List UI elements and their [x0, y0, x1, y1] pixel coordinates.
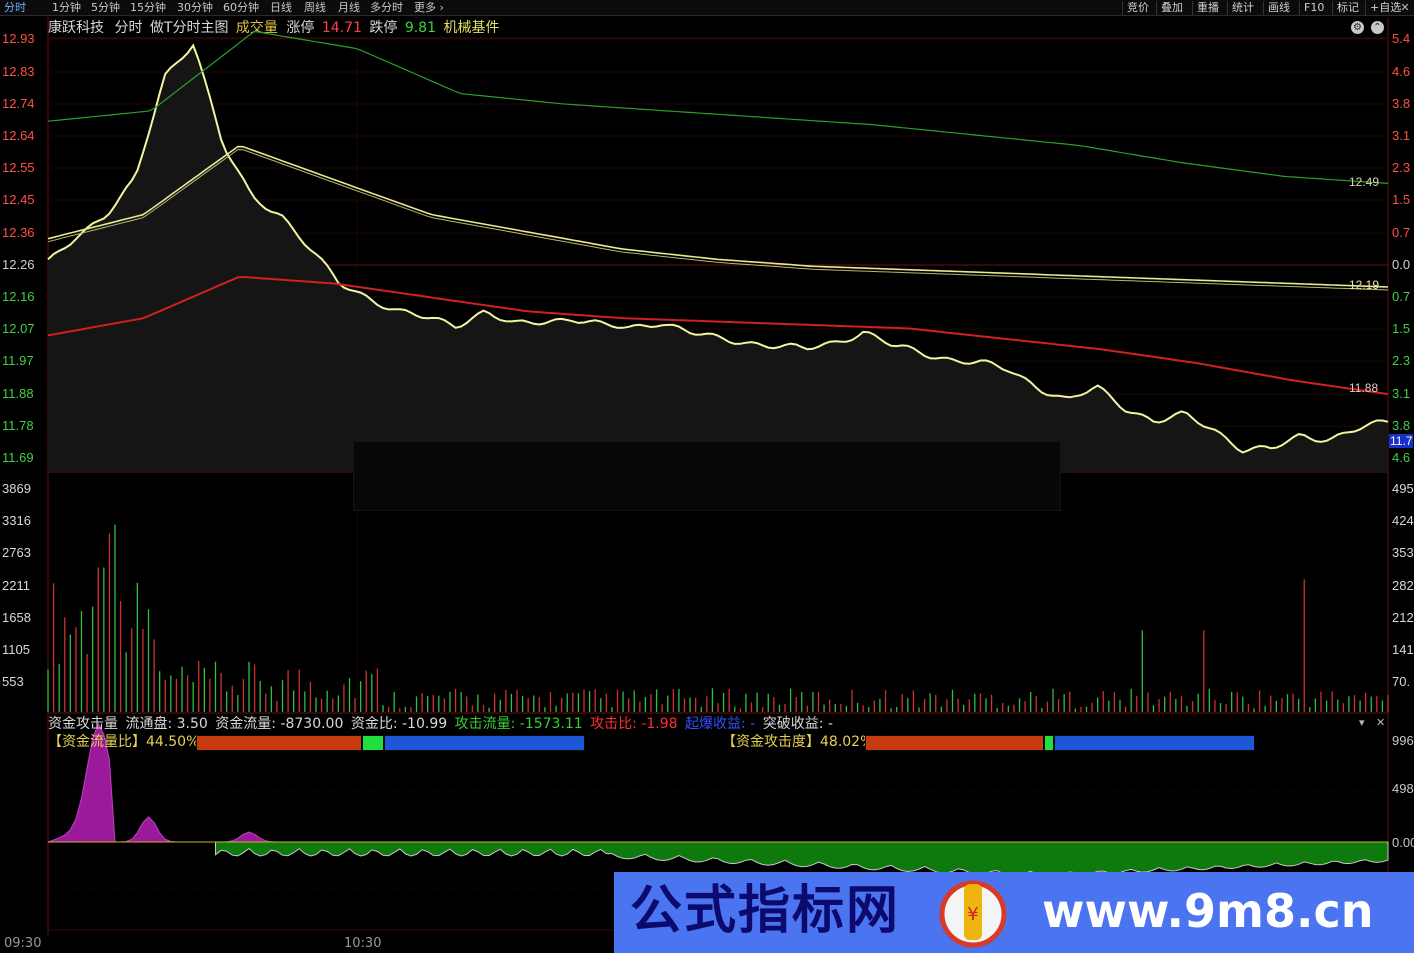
price-tick-left: 12.45 [2, 192, 35, 207]
ind-axis-mid: 498 [1392, 781, 1414, 796]
price-tick-left: 12.74 [2, 96, 35, 111]
float-value: 3.50 [176, 716, 208, 732]
price-tick-left: 11.69 [2, 450, 34, 465]
break-label: 突破收益: [762, 716, 824, 732]
break-value: - [827, 716, 833, 732]
volume-tick-left: 1105 [2, 642, 30, 657]
price-tick-left: 12.26 [2, 257, 35, 272]
volume-tick-left: 2211 [2, 578, 30, 593]
gauge1-value: 44.50 [146, 734, 187, 750]
price-tick-right: 4.6 [1392, 450, 1411, 465]
volume-tick-left: 1658 [2, 610, 31, 625]
attack-ratio-value: -1.98 [641, 716, 678, 732]
last-price-tag: 11.7 [1389, 434, 1414, 448]
gauge2-label: 【资金攻击度】 [722, 734, 820, 750]
close-indicator-icon[interactable]: ✕ [1376, 715, 1385, 731]
price-tick-left: 12.55 [2, 160, 35, 175]
price-tick-left: 11.78 [2, 418, 34, 433]
watermark-url: www.9m8.cn [1042, 884, 1374, 938]
price-tick-right: 2.3 [1392, 160, 1411, 175]
gauge2-sell-bar [865, 735, 1044, 751]
watermark-logo-icon: ¥ [939, 880, 1007, 948]
price-tick-left: 11.97 [2, 353, 34, 368]
gauge1-sell-bar [196, 735, 362, 751]
ratio-label: 资金比: [350, 716, 398, 732]
volume-tick-right: 141 [1392, 642, 1414, 657]
volume-tick-right: 212 [1392, 610, 1414, 625]
price-tick-right: 0.7 [1392, 289, 1411, 304]
volume-tick-left: 2763 [2, 545, 31, 560]
breakout-value: - [750, 716, 756, 732]
price-tick-right: 5.4 [1392, 31, 1411, 46]
price-tick-right: 3.8 [1392, 418, 1411, 433]
volume-tick-right: 424 [1392, 513, 1414, 528]
gauge2-value: 48.02 [820, 734, 861, 750]
volume-bars [47, 524, 1389, 712]
attack-flow-label: 攻击流量: [454, 716, 516, 732]
price-tick-right: 3.1 [1392, 386, 1411, 401]
gauge2-mid-bar [1044, 735, 1054, 751]
volume-tick-left: 3869 [2, 481, 31, 496]
price-tick-right: 1.5 [1392, 192, 1411, 207]
price-tick-right: 3.1 [1392, 128, 1411, 143]
attack-ratio-label: 攻击比: [590, 716, 637, 732]
price-lines [47, 30, 1389, 473]
flow-label: 资金流量: [215, 716, 276, 732]
price-tick-left: 12.07 [2, 321, 35, 336]
series-line-3 [47, 30, 1389, 184]
line-tag-mid: 12.19 [1349, 278, 1380, 292]
gauge2-label-row: 【资金攻击度】48.02%买 [722, 733, 887, 751]
price-tick-right: 0.7 [1392, 225, 1411, 240]
time-label-open: 09:30 [4, 936, 42, 951]
price-tick-right: 0.0 [1392, 257, 1411, 272]
volume-tick-right: 495 [1392, 481, 1414, 496]
svg-text:¥: ¥ [967, 904, 978, 925]
gauge2-buy-bar [1054, 735, 1255, 751]
volume-tick-right: 70. [1392, 674, 1411, 689]
price-tick-left: 12.36 [2, 225, 35, 240]
dropdown-icon[interactable]: ▾ [1359, 715, 1365, 731]
price-tick-left: 12.93 [2, 31, 35, 46]
line-tag-low: 11.88 [1349, 381, 1379, 395]
gauge1-mid-bar [362, 735, 384, 751]
gauge1-label-row: 【资金流量比】44.50%买 [48, 733, 213, 751]
line-tag-top: 12.49 [1349, 175, 1380, 189]
ind-axis-top: 996 [1392, 733, 1414, 748]
volume-tick-right: 282 [1392, 578, 1414, 593]
ratio-value: -10.99 [402, 716, 448, 732]
attack-flow-value: -1573.11 [519, 716, 583, 732]
gauge1-label: 【资金流量比】 [48, 734, 146, 750]
breakout-label: 起爆收益: [685, 716, 746, 732]
ind-axis-zero: 0.00 [1392, 835, 1414, 850]
flow-value: -8730.00 [280, 716, 344, 732]
volume-tick-left: 553 [2, 674, 24, 689]
indicator-header: 资金攻击量 流通盘: 3.50 资金流量: -8730.00 资金比: -10.… [48, 715, 833, 733]
volume-tick-left: 3316 [2, 513, 31, 528]
gauge1-buy-bar [384, 735, 585, 751]
price-tick-right: 2.3 [1392, 353, 1411, 368]
price-tick-left: 12.64 [2, 128, 35, 143]
volume-tick-right: 353 [1392, 545, 1414, 560]
price-tick-left: 12.16 [2, 289, 35, 304]
watermark-banner: 公式指标网 ¥ www.9m8.cn [614, 872, 1414, 953]
price-tick-right: 1.5 [1392, 321, 1411, 336]
time-axis: 09:30 10:30 [0, 935, 620, 953]
float-label: 流通盘: [125, 716, 173, 732]
price-tick-right: 3.8 [1392, 96, 1411, 111]
price-tick-left: 12.83 [2, 64, 35, 79]
price-tick-right: 4.6 [1392, 64, 1411, 79]
indicator-name: 资金攻击量 [48, 716, 118, 732]
time-label-1030: 10:30 [344, 936, 382, 951]
tooltip-overlay [353, 441, 1061, 511]
price-tick-left: 11.88 [2, 386, 34, 401]
watermark-title: 公式指标网 [630, 881, 901, 941]
